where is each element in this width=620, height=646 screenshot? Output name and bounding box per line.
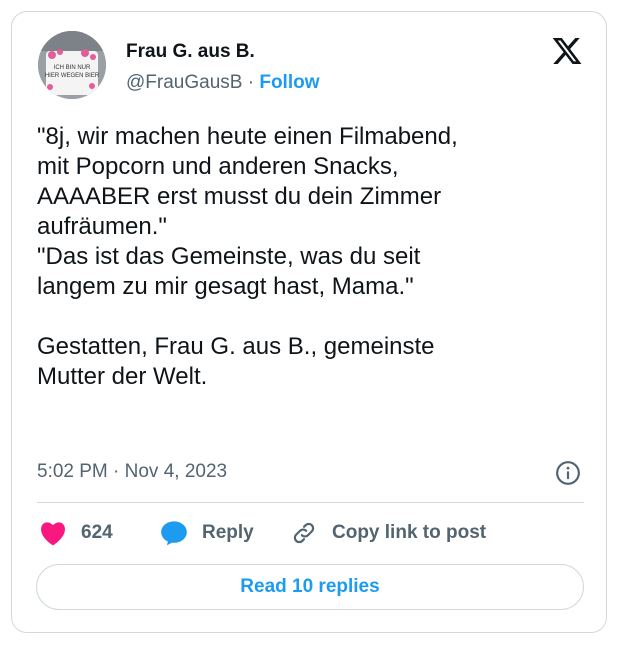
info-icon[interactable] (555, 460, 581, 486)
avatar[interactable]: ICH BIN NUR HIER WEGEN BIER (38, 31, 106, 99)
x-logo-icon[interactable] (550, 35, 584, 67)
like-count: 624 (81, 522, 113, 543)
tweet-timestamp[interactable]: 5:02 PM · Nov 4, 2023 (37, 461, 227, 483)
avatar-image: ICH BIN NUR HIER WEGEN BIER (38, 31, 106, 99)
handle-separator: · (247, 72, 255, 93)
divider (37, 502, 584, 503)
copy-link-label: Copy link to post (332, 522, 487, 543)
read-replies-button[interactable]: Read 10 replies (36, 564, 584, 610)
like-button[interactable]: 624 (39, 519, 113, 547)
heart-icon (41, 522, 65, 546)
author-handle[interactable]: @FrauGausB (126, 72, 242, 93)
author-handle-row: @FrauGausB · Follow (126, 72, 320, 94)
reply-bubble-icon (161, 521, 187, 546)
copy-link-button[interactable]: Copy link to post (290, 519, 486, 547)
author-name[interactable]: Frau G. aus B. (126, 41, 255, 63)
follow-button[interactable]: Follow (259, 72, 319, 93)
link-icon (293, 522, 315, 544)
reply-button[interactable]: Reply (160, 519, 254, 547)
reply-label: Reply (202, 522, 254, 543)
svg-text:HIER WEGEN BIER: HIER WEGEN BIER (45, 73, 100, 79)
tweet-card: ICH BIN NUR HIER WEGEN BIER Frau G. aus … (11, 11, 607, 633)
tweet-text: "8j, wir machen heute einen Filmabend, m… (37, 123, 458, 390)
svg-text:ICH BIN NUR: ICH BIN NUR (54, 65, 91, 71)
